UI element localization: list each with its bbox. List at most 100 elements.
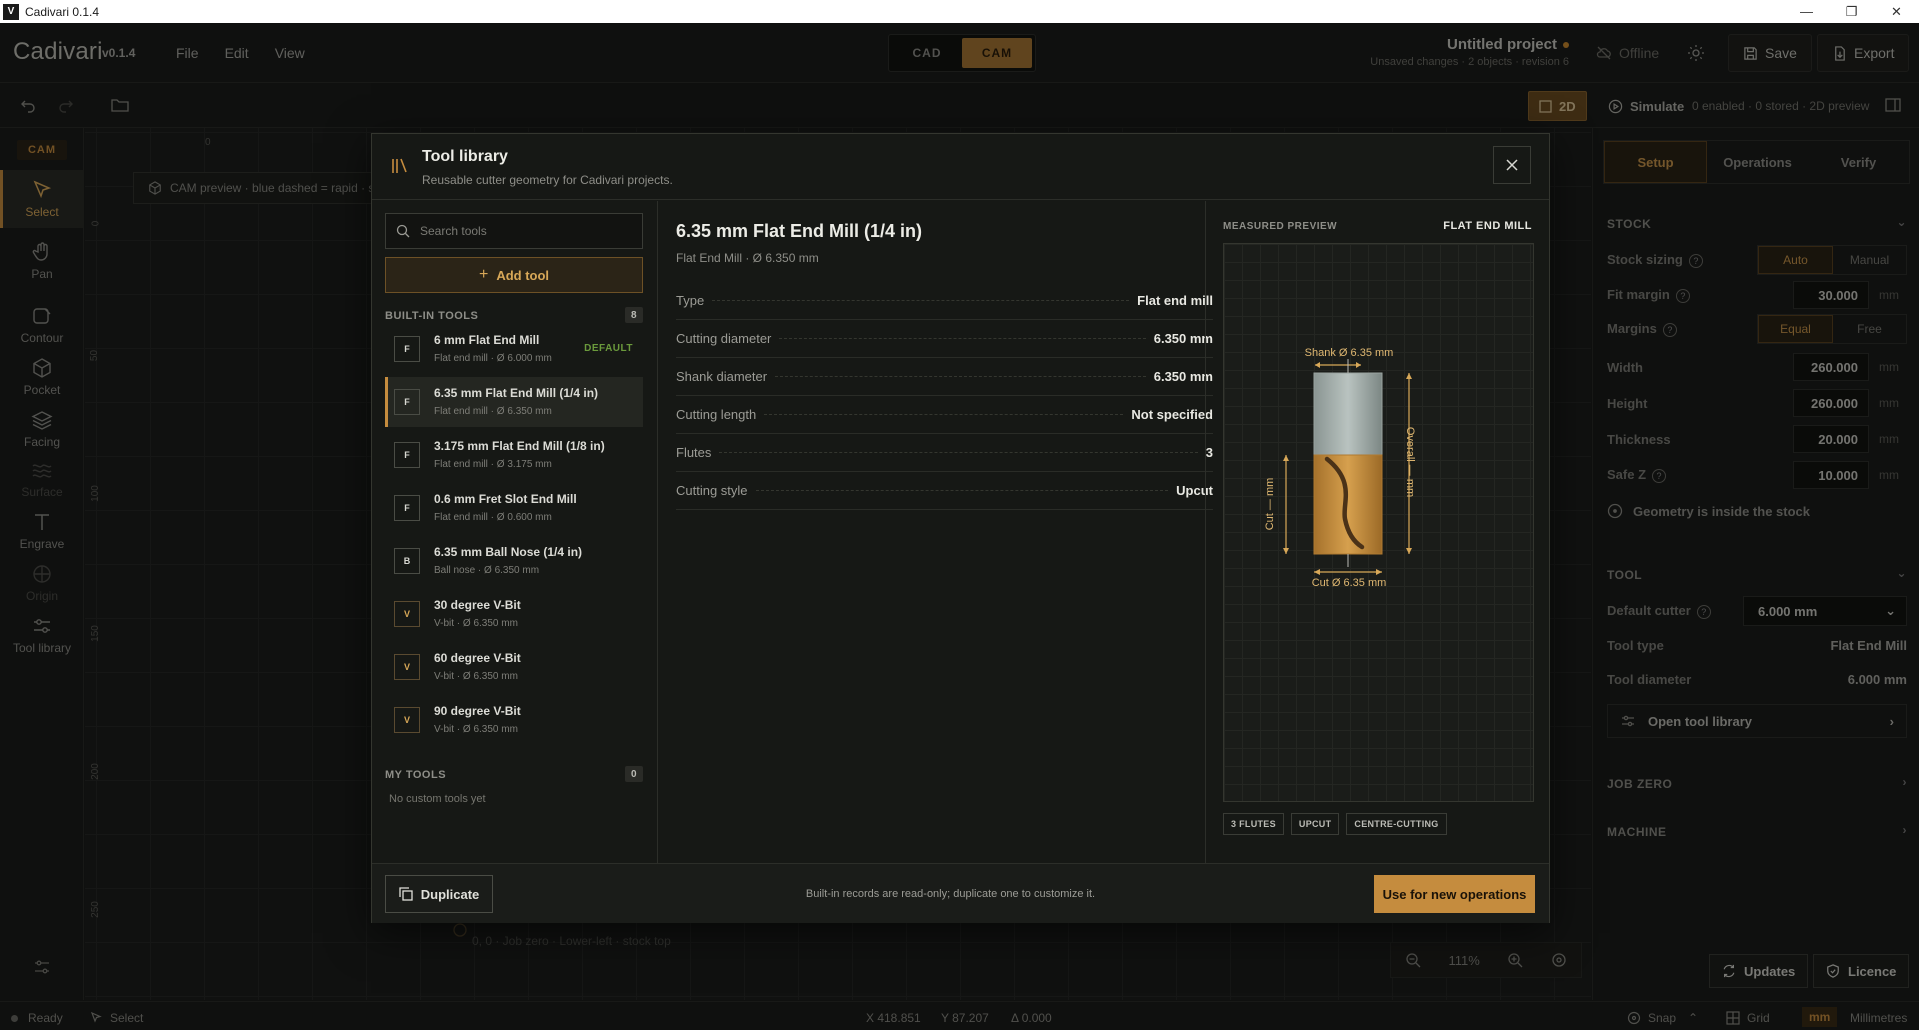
- builtin-tools-count: 8: [625, 307, 643, 323]
- tool-list-item-selected[interactable]: F 6.35 mm Flat End Mill (1/4 in) Flat en…: [385, 377, 643, 427]
- use-for-new-operations-button[interactable]: Use for new operations: [1374, 875, 1535, 913]
- tool-type-badge: V: [394, 601, 420, 627]
- tool-search-input[interactable]: Search tools: [385, 213, 643, 249]
- tool-name: 90 degree V-Bit: [434, 704, 521, 718]
- tool-list-item[interactable]: V 90 degree V-Bit V-bit · Ø 6.350 mm: [385, 695, 643, 745]
- close-icon: [1506, 159, 1518, 171]
- builtin-tools-title: BUILT-IN TOOLS: [385, 310, 479, 322]
- tool-library-dialog: Tool library Reusable cutter geometry fo…: [371, 133, 1550, 923]
- tool-list-item[interactable]: V 30 degree V-Bit V-bit · Ø 6.350 mm: [385, 589, 643, 639]
- dotted-leader: [775, 376, 1146, 377]
- tool-list-item[interactable]: V 60 degree V-Bit V-bit · Ø 6.350 mm: [385, 642, 643, 692]
- tool-meta: V-bit · Ø 6.350 mm: [434, 618, 518, 629]
- cut-dimension-label: Cut Ø 6.35 mm: [1311, 577, 1387, 589]
- dialog-subtitle: Reusable cutter geometry for Cadivari pr…: [422, 173, 673, 187]
- detail-label: Cutting diameter: [676, 331, 772, 346]
- tool-meta: Flat end mill · Ø 3.175 mm: [434, 459, 552, 470]
- window-controls: — ❐ ✕: [1784, 0, 1919, 23]
- tool-list-item[interactable]: F 0.6 mm Fret Slot End Mill Flat end mil…: [385, 483, 643, 533]
- tool-meta: Flat end mill · Ø 0.600 mm: [434, 512, 552, 523]
- preview-tags: 3 FLUTES UPCUT CENTRE-CUTTING: [1223, 813, 1447, 835]
- app-root: V Cadivari 0.1.4 — ❐ ✕ Cadivari v0.1.4 F…: [0, 0, 1919, 1030]
- tool-list-panel: Search tools + Add tool BUILT-IN TOOLS 8…: [372, 201, 658, 863]
- tool-meta: Flat end mill · Ø 6.000 mm: [434, 353, 552, 364]
- search-icon: [396, 224, 410, 238]
- detail-label: Cutting length: [676, 407, 757, 422]
- add-tool-button[interactable]: + Add tool: [385, 257, 643, 293]
- tool-name: 6.35 mm Flat End Mill (1/4 in): [434, 386, 599, 400]
- maximize-button[interactable]: ❐: [1829, 0, 1874, 23]
- tool-name: 30 degree V-Bit: [434, 598, 521, 612]
- close-window-button[interactable]: ✕: [1874, 0, 1919, 23]
- tool-name: 0.6 mm Fret Slot End Mill: [434, 492, 577, 506]
- detail-row-flutes: Flutes 3: [676, 434, 1213, 472]
- tool-meta: V-bit · Ø 6.350 mm: [434, 671, 518, 682]
- dotted-leader: [719, 452, 1198, 453]
- dialog-header: Tool library Reusable cutter geometry fo…: [372, 134, 1549, 200]
- dotted-leader: [755, 490, 1169, 491]
- detail-row-type: Type Flat end mill: [676, 282, 1213, 320]
- tool-list-item[interactable]: B 6.35 mm Ball Nose (1/4 in) Ball nose ·…: [385, 536, 643, 586]
- detail-label: Flutes: [676, 445, 712, 460]
- detail-label: Shank diameter: [676, 369, 768, 384]
- my-tools-title: MY TOOLS: [385, 769, 447, 781]
- tool-type-badge: V: [394, 654, 420, 680]
- measured-preview-panel: MEASURED PREVIEW FLAT END MILL Shank Ø 6…: [1205, 201, 1550, 863]
- tool-type-badge: B: [394, 548, 420, 574]
- tool-type-badge: F: [394, 442, 420, 468]
- tool-preview-drawing: Shank Ø 6.35 mm Cut Ø 6.35 mm Overall — …: [1223, 243, 1534, 802]
- app-logo-icon: V: [3, 3, 19, 20]
- tool-type-badge: F: [394, 389, 420, 415]
- tool-list-item[interactable]: F 3.175 mm Flat End Mill (1/8 in) Flat e…: [385, 430, 643, 480]
- minimize-button[interactable]: —: [1784, 0, 1829, 23]
- tool-detail-title: 6.35 mm Flat End Mill (1/4 in): [676, 221, 923, 241]
- tool-meta: Ball nose · Ø 6.350 mm: [434, 565, 540, 576]
- dotted-leader: [764, 414, 1124, 415]
- dotted-leader: [712, 300, 1130, 301]
- detail-row-cutting-length: Cutting length Not specified: [676, 396, 1213, 434]
- builtin-tools-header: BUILT-IN TOOLS 8: [385, 307, 643, 323]
- tool-name: 60 degree V-Bit: [434, 651, 521, 665]
- tool-name: 6 mm Flat End Mill: [434, 333, 540, 347]
- tool-name: 6.35 mm Ball Nose (1/4 in): [434, 545, 583, 559]
- overall-length-label: Overall — mm: [1404, 426, 1416, 498]
- dialog-footer: Duplicate Built-in records are read-only…: [372, 863, 1549, 923]
- window-title: Cadivari 0.1.4: [25, 4, 100, 19]
- tag-centre-cutting: CENTRE-CUTTING: [1346, 813, 1447, 835]
- tool-type-badge: F: [394, 336, 420, 362]
- detail-value: Flat end mill: [1137, 293, 1213, 308]
- tool-type-badge: V: [394, 707, 420, 733]
- tag-flutes: 3 FLUTES: [1223, 813, 1284, 835]
- library-books-icon: [390, 156, 410, 176]
- preview-heading: MEASURED PREVIEW: [1223, 221, 1338, 232]
- detail-row-shank-diameter: Shank diameter 6.350 mm: [676, 358, 1213, 396]
- no-custom-tools-text: No custom tools yet: [389, 793, 486, 805]
- tool-meta: V-bit · Ø 6.350 mm: [434, 724, 518, 735]
- default-badge: DEFAULT: [584, 343, 633, 354]
- window-titlebar: V Cadivari 0.1.4 — ❐ ✕: [0, 0, 1919, 23]
- detail-label: Cutting style: [676, 483, 748, 498]
- tool-name: 3.175 mm Flat End Mill (1/8 in): [434, 439, 605, 453]
- shank-dimension-label: Shank Ø 6.35 mm: [1304, 347, 1394, 359]
- tool-detail-panel: 6.35 mm Flat End Mill (1/4 in) Flat End …: [659, 201, 1213, 863]
- detail-value: Not specified: [1131, 407, 1213, 422]
- detail-row-cutting-style: Cutting style Upcut: [676, 472, 1213, 510]
- tool-detail-subtitle: Flat End Mill · Ø 6.350 mm: [676, 251, 819, 265]
- my-tools-count: 0: [625, 766, 643, 782]
- dotted-leader: [779, 338, 1146, 339]
- dialog-title: Tool library: [422, 148, 508, 165]
- add-tool-label: Add tool: [496, 267, 550, 283]
- my-tools-header: MY TOOLS 0: [385, 766, 643, 782]
- tool-meta: Flat end mill · Ø 6.350 mm: [434, 406, 552, 417]
- plus-icon: +: [478, 266, 489, 283]
- preview-tool-type: FLAT END MILL: [1443, 220, 1532, 232]
- dialog-close-button[interactable]: [1493, 146, 1531, 184]
- tool-type-badge: F: [394, 495, 420, 521]
- detail-label: Type: [676, 293, 705, 308]
- detail-row-cutting-diameter: Cutting diameter 6.350 mm: [676, 320, 1213, 358]
- cut-length-label: Cut — mm: [1264, 477, 1276, 531]
- readonly-note: Built-in records are read-only; duplicat…: [805, 888, 1096, 900]
- tag-upcut: UPCUT: [1290, 813, 1340, 835]
- search-placeholder: Search tools: [420, 224, 487, 238]
- tool-list-item[interactable]: F 6 mm Flat End Mill Flat end mill · Ø 6…: [385, 324, 643, 374]
